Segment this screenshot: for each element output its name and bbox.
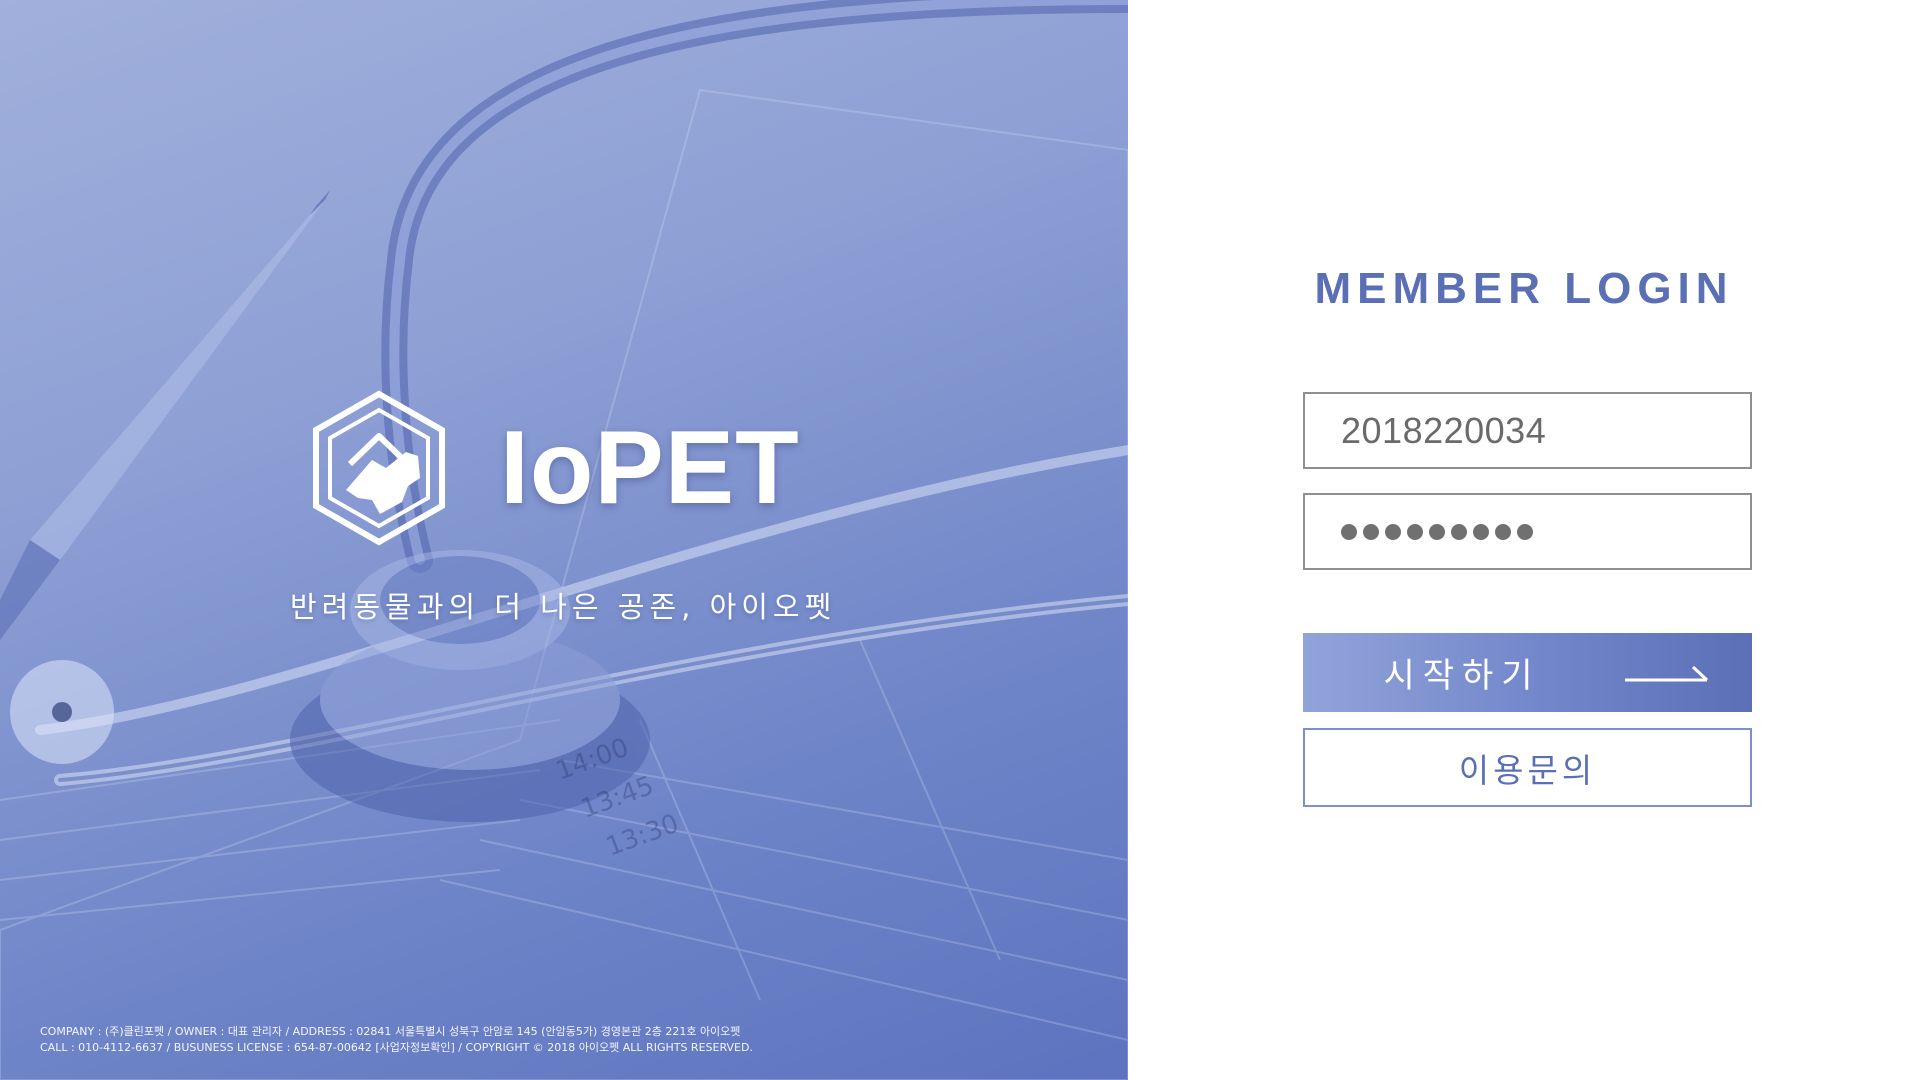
login-panel: MEMBER LOGIN 2018220034 시작하기 이용문의: [1128, 0, 1920, 1080]
password-mask-dot: [1385, 523, 1401, 540]
password-mask-dot: [1473, 523, 1489, 540]
password-mask-dot: [1495, 523, 1511, 540]
brand-lockup: IoPET: [310, 390, 800, 546]
password-mask-dot: [1451, 523, 1467, 540]
svg-text:13:30: 13:30: [602, 809, 683, 863]
company-footer: COMPANY : (주)클린포펫 / OWNER : 대표 관리자 / ADD…: [40, 1024, 753, 1056]
start-button[interactable]: 시작하기: [1303, 633, 1752, 712]
password-input[interactable]: [1303, 493, 1752, 570]
password-mask-dot: [1407, 523, 1423, 540]
footer-line-company: COMPANY : (주)클린포펫 / OWNER : 대표 관리자 / ADD…: [40, 1025, 741, 1038]
arrow-right-icon: [1625, 665, 1709, 682]
member-id-value: 2018220034: [1341, 409, 1547, 451]
hexagon-pet-logo-icon: [313, 390, 445, 546]
login-title: MEMBER LOGIN: [1314, 264, 1734, 313]
inquiry-button-label: 이용문의: [1458, 750, 1597, 790]
password-mask-dot: [1341, 523, 1357, 540]
member-id-input[interactable]: 2018220034: [1303, 392, 1752, 469]
brand-name: IoPET: [500, 409, 800, 526]
footer-line-contact: CALL : 010-4112-6637 / BUSUNESS LICENSE …: [40, 1041, 753, 1054]
password-mask-dot: [1363, 523, 1379, 540]
password-mask-dot: [1517, 523, 1533, 540]
brand-tagline: 반려동물과의 더 나은 공존, 아이오펫: [290, 590, 837, 624]
login-page: 14:00 13:45 13:30 IoPET 반려동물과의 더 나은 공존, …: [0, 0, 1920, 1080]
password-mask: [1341, 523, 1533, 540]
hero-panel: 14:00 13:45 13:30 IoPET 반려동물과의 더 나은 공존, …: [0, 0, 1128, 1080]
start-button-label: 시작하기: [1383, 657, 1541, 695]
password-mask-dot: [1429, 523, 1445, 540]
inquiry-button[interactable]: 이용문의: [1303, 728, 1752, 807]
